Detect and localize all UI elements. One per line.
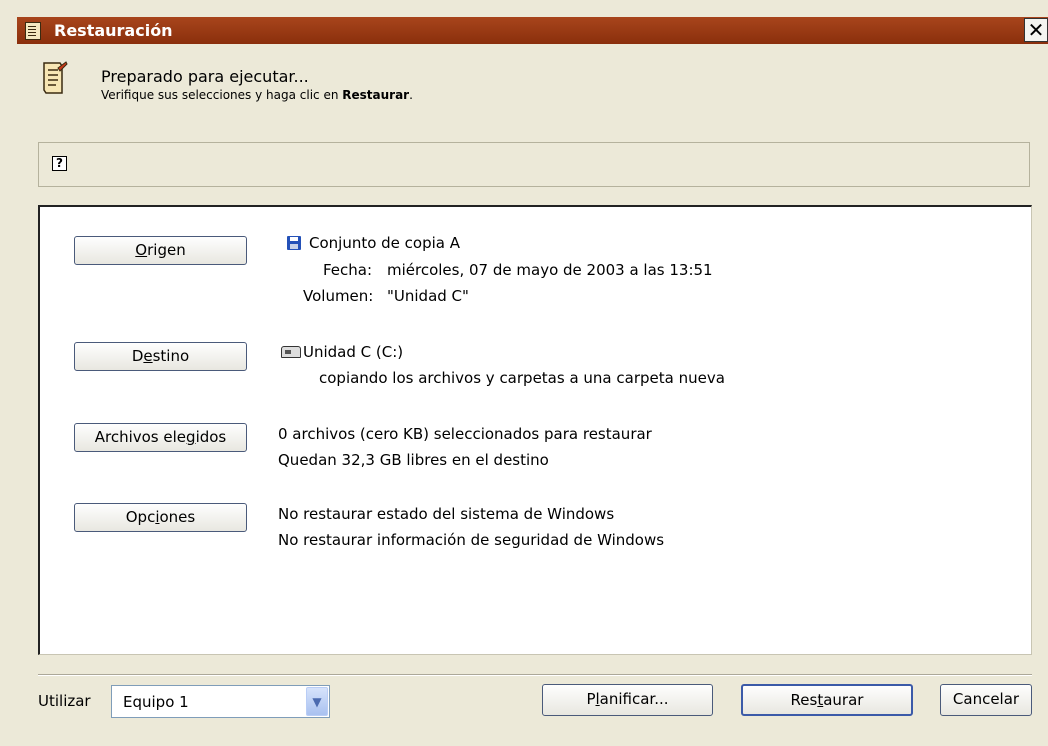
status-heading: Preparado para ejecutar...: [101, 67, 309, 86]
planificar-button[interactable]: Planificar...: [542, 684, 713, 716]
dropdown-arrow-icon[interactable]: ▼: [306, 687, 328, 716]
opciones-button[interactable]: Opciones: [74, 503, 247, 532]
notepad-icon: [43, 61, 68, 94]
window-title: Restauración: [54, 21, 173, 40]
footer-separator: [38, 674, 1032, 676]
utilizar-label: Utilizar: [38, 692, 91, 710]
option-security-info: No restaurar información de seguridad de…: [278, 531, 665, 549]
selected-files-summary: 0 archivos (cero KB) seleccionados para …: [278, 425, 652, 443]
status-instructions: Verifique sus selecciones y haga clic en…: [101, 88, 413, 102]
title-bar[interactable]: Restauración ✕: [17, 17, 1048, 44]
destination-description: copiando los archivos y carpetas a una c…: [319, 369, 725, 387]
origen-button[interactable]: Origen: [74, 236, 247, 265]
notepad-icon: [25, 21, 41, 40]
destination-drive: Unidad C (C:): [303, 343, 404, 361]
option-system-state: No restaurar estado del sistema de Windo…: [278, 505, 615, 523]
floppy-disk-icon: [287, 236, 301, 250]
close-button[interactable]: ✕: [1024, 18, 1048, 42]
volumen-value: "Unidad C": [387, 287, 469, 305]
destino-button[interactable]: Destino: [74, 342, 247, 371]
fecha-label: Fecha:: [323, 261, 373, 279]
archivos-elegidos-button[interactable]: Archivos elegidos: [74, 423, 247, 452]
drive-icon: [281, 346, 301, 358]
restaurar-button[interactable]: Restaurar: [741, 684, 913, 716]
equipo-select-value: Equipo 1: [123, 693, 189, 711]
backup-set-name: Conjunto de copia A: [309, 234, 461, 252]
volumen-label: Volumen:: [303, 287, 374, 305]
equipo-select[interactable]: Equipo 1 ▼: [111, 685, 330, 718]
help-strip: ?: [38, 142, 1030, 187]
free-space-summary: Quedan 32,3 GB libres en el destino: [278, 451, 549, 469]
cancel-button[interactable]: Cancelar: [940, 684, 1032, 716]
help-icon[interactable]: ?: [52, 156, 67, 171]
fecha-value: miércoles, 07 de mayo de 2003 a las 13:5…: [387, 261, 713, 279]
